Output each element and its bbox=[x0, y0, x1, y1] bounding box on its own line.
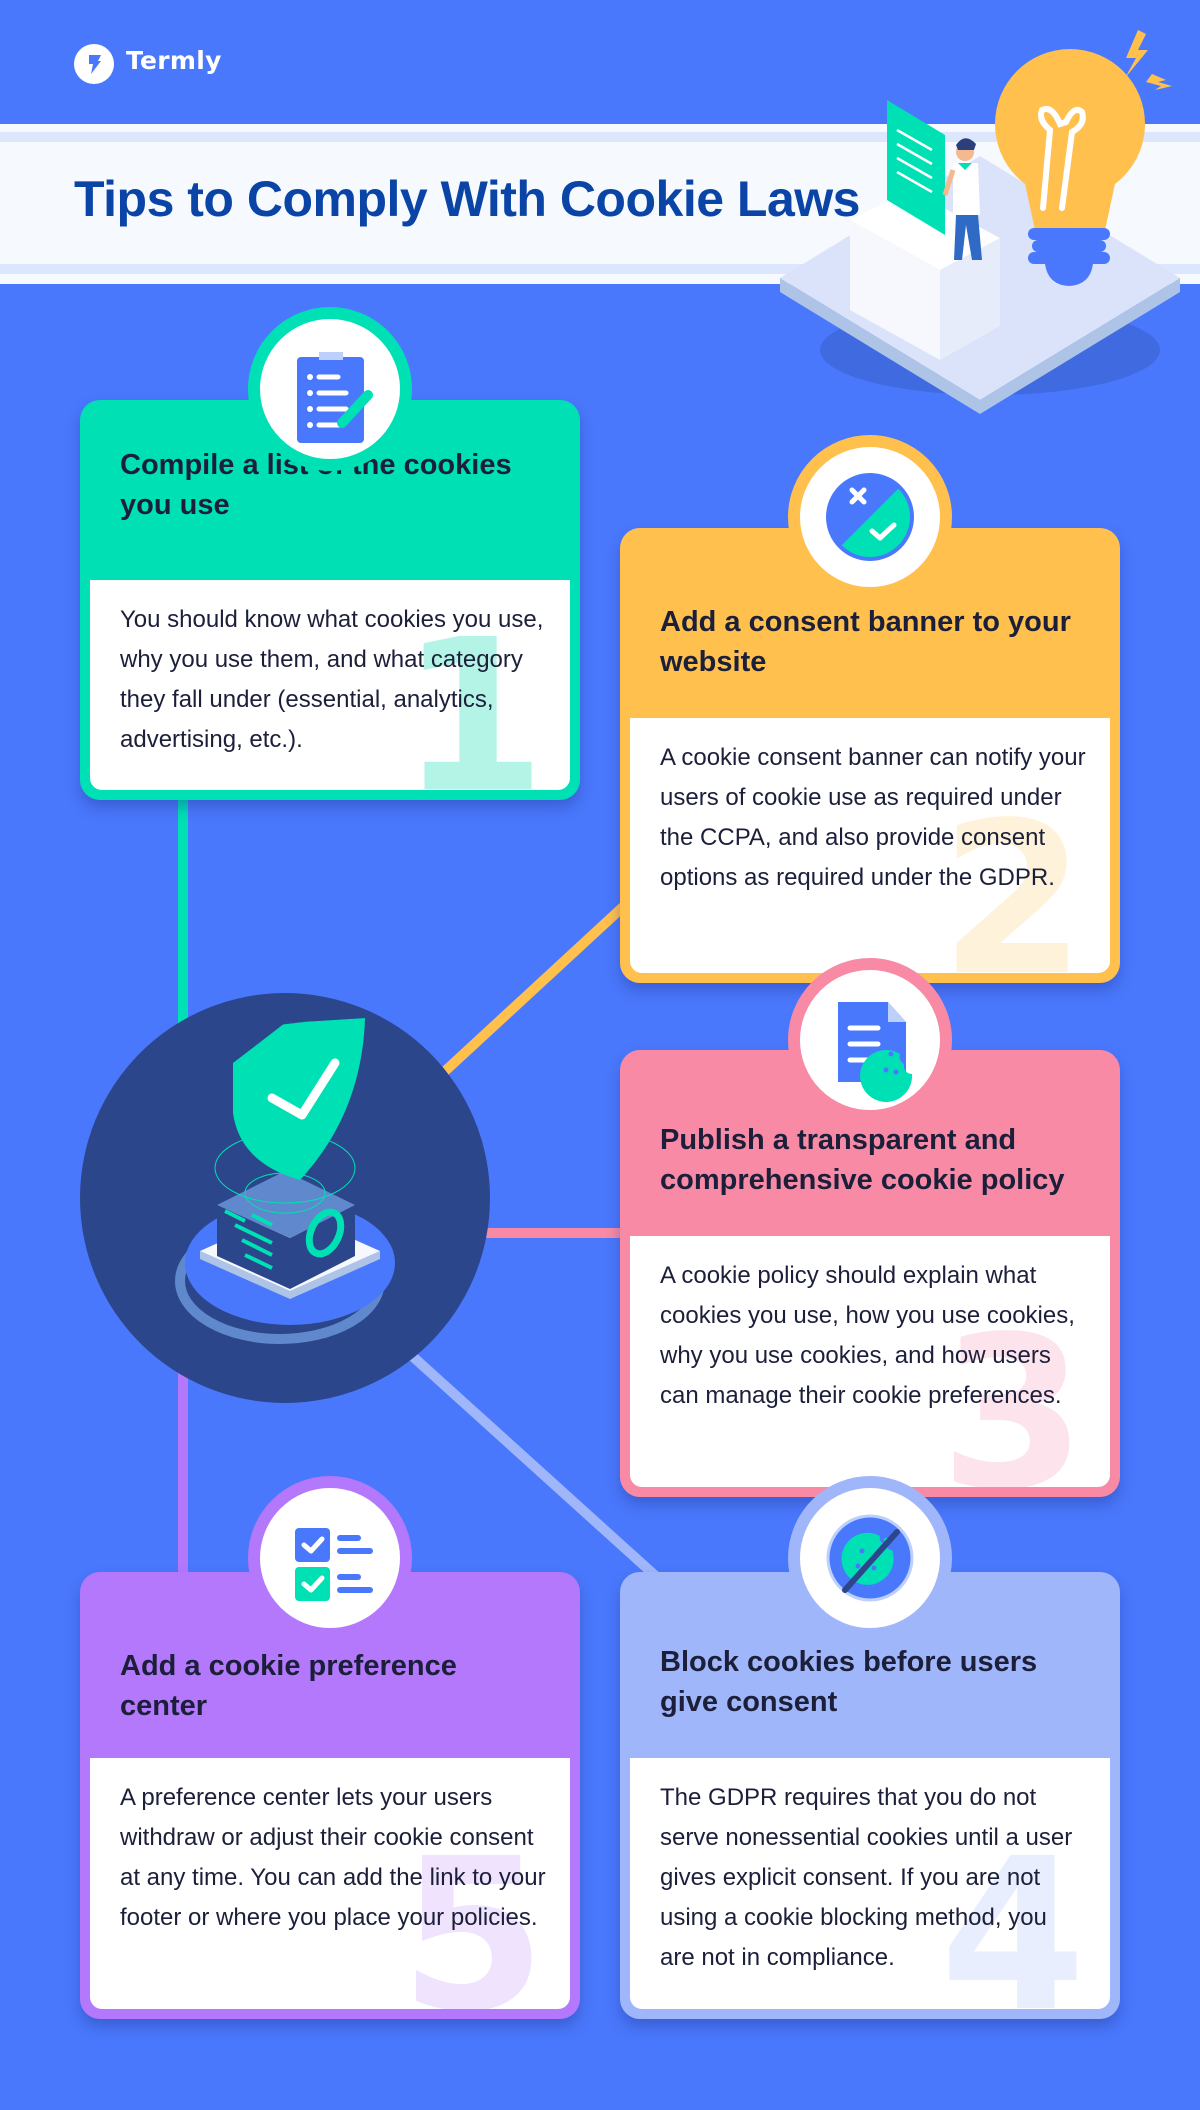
tip-text: You should know what cookies you use, wh… bbox=[120, 606, 544, 753]
blocked-cookie-icon bbox=[826, 1514, 914, 1602]
lightbulb-ballot-box-illustration bbox=[780, 30, 1180, 414]
tip-text: A cookie consent banner can notify your … bbox=[660, 744, 1086, 891]
connector-line-1 bbox=[178, 798, 188, 1028]
page-title: Tips to Comply With Cookie Laws bbox=[74, 171, 860, 227]
document-cookie-icon bbox=[838, 1002, 913, 1102]
tip-icon-badge-4 bbox=[788, 1476, 952, 1640]
tip-title: Publish a transparent and comprehensive … bbox=[660, 1124, 1065, 1196]
consent-toggle-icon bbox=[826, 473, 914, 561]
tip-body: 4 The GDPR requires that you do not serv… bbox=[630, 1758, 1110, 2009]
tip-icon-badge-3 bbox=[788, 958, 952, 1122]
tip-body: 5 A preference center lets your users wi… bbox=[90, 1758, 570, 2009]
tip-icon-badge-5 bbox=[248, 1476, 412, 1640]
tip-title: Add a cookie preference center bbox=[120, 1650, 457, 1722]
tip-text: A preference center lets your users with… bbox=[120, 1784, 546, 1931]
termly-bolt-icon bbox=[89, 55, 101, 74]
tip-icon-badge-1 bbox=[248, 307, 412, 471]
tip-title: Block cookies before users give consent bbox=[660, 1646, 1038, 1718]
shield-checkmark-server-illustration bbox=[175, 1018, 395, 1344]
tip-icon-badge-2 bbox=[788, 435, 952, 599]
connector-line-2 bbox=[426, 901, 629, 1089]
connector-line-3 bbox=[470, 1228, 625, 1238]
tip-text: The GDPR requires that you do not serve … bbox=[660, 1784, 1073, 1971]
brand-name: Termly bbox=[126, 46, 222, 75]
center-circle bbox=[80, 993, 490, 1403]
tip-text: A cookie policy should explain what cook… bbox=[660, 1262, 1075, 1409]
checklist-icon bbox=[295, 1528, 373, 1601]
termly-logo[interactable] bbox=[74, 44, 114, 84]
tip-title: Add a consent banner to your website bbox=[660, 606, 1071, 678]
tip-body: 2 A cookie consent banner can notify you… bbox=[630, 718, 1110, 973]
tip-body: 3 A cookie policy should explain what co… bbox=[630, 1236, 1110, 1487]
connector-line-5 bbox=[178, 1370, 188, 1580]
clipboard-list-icon bbox=[297, 352, 373, 443]
tip-body: 1 You should know what cookies you use, … bbox=[90, 580, 570, 790]
